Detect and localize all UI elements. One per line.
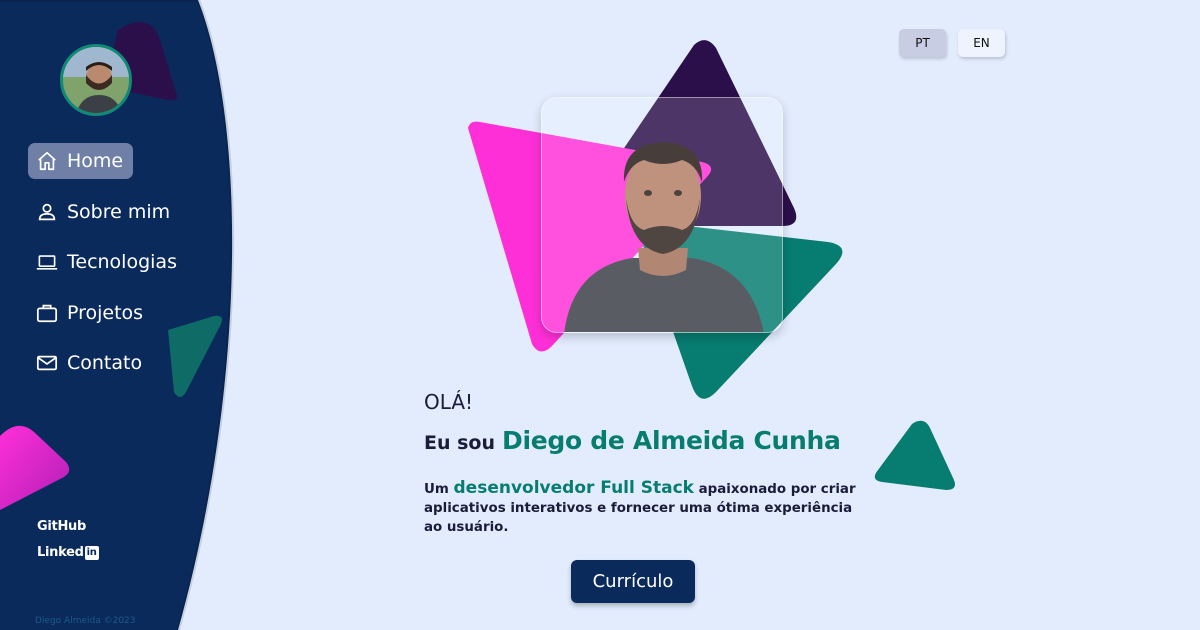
sidebar-item-label: Sobre mim [67, 200, 171, 223]
description: Um desenvolvedor Full Stack apaixonado p… [424, 479, 864, 537]
sidebar-item-contato[interactable]: Contato [28, 345, 152, 381]
sidebar-item-sobre-mim[interactable]: Sobre mim [28, 194, 180, 230]
intro-heading: Eu sou Diego de Almeida Cunha [424, 426, 841, 455]
mail-icon [36, 352, 58, 374]
linkedin-text: Linked [37, 545, 84, 560]
avatar [60, 44, 132, 116]
briefcase-icon [36, 302, 58, 324]
sidebar-item-label: Projetos [67, 301, 144, 324]
intro-prefix: Eu sou [424, 432, 496, 454]
sidebar-item-home[interactable]: Home [28, 143, 134, 179]
github-link[interactable]: GitHub [37, 519, 86, 534]
desc-highlight: desenvolvedor Full Stack [453, 478, 694, 498]
linkedin-icon: in [84, 545, 99, 560]
linkedin-link[interactable]: Linked in [37, 545, 99, 560]
sidebar-item-projetos[interactable]: Projetos [28, 295, 153, 331]
sidebar-item-label: Home [67, 150, 124, 172]
sidebar-item-label: Contato [67, 352, 143, 374]
user-icon [36, 201, 58, 223]
sidebar-nav: Home Sobre mim Tecnologias Projetos Cont… [28, 143, 187, 396]
laptop-icon [36, 251, 58, 273]
profile-photo-card [541, 97, 783, 333]
full-name: Diego de Almeida Cunha [502, 426, 841, 455]
curriculo-button[interactable]: Currículo [571, 560, 695, 603]
copyright: Diego Almeida ©2023 [35, 616, 136, 626]
glass-overlay [542, 98, 782, 332]
small-teal-triangle [874, 420, 955, 490]
sidebar-item-tecnologias[interactable]: Tecnologias [28, 244, 187, 280]
sidebar-item-label: Tecnologias [67, 251, 177, 273]
home-icon [36, 150, 58, 172]
greeting: OLÁ! [424, 390, 474, 414]
desc-prefix: Um [424, 482, 449, 497]
